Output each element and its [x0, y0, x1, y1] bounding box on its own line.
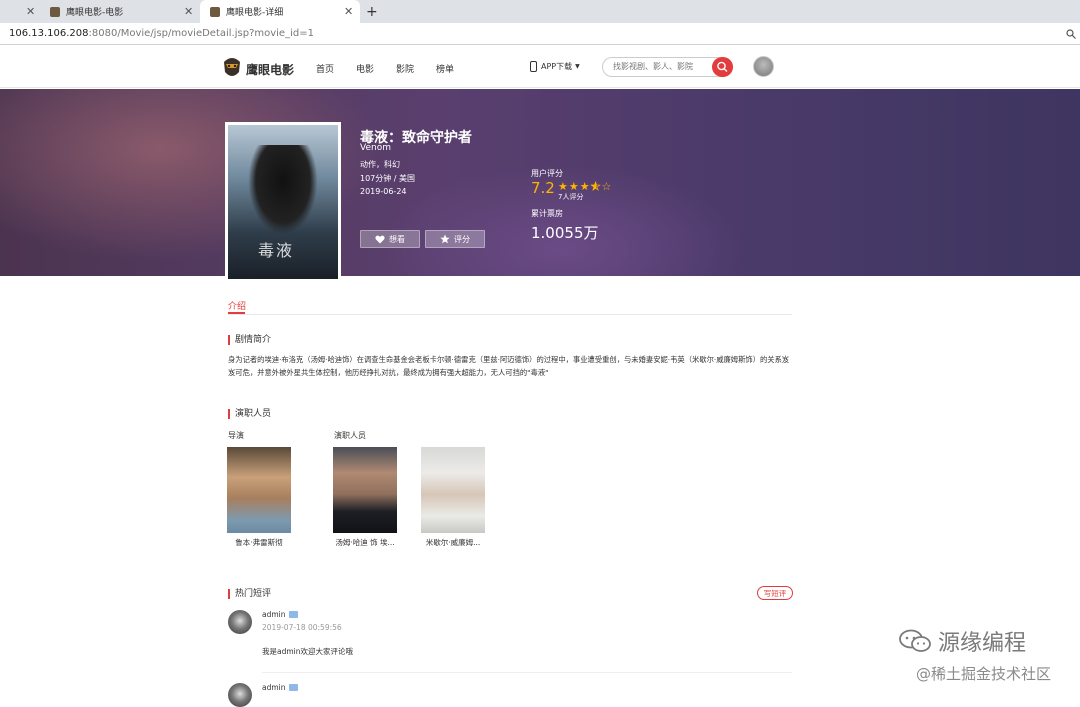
actor2-name[interactable]: 米歇尔·威廉姆... — [417, 537, 489, 548]
url-host: 106.13.106.208 — [9, 28, 89, 39]
comment-text: 我是admin欢迎大家评论哦 — [262, 647, 353, 656]
tab-favicon-icon — [210, 6, 220, 17]
browser-tab-active[interactable]: 鹰眼电影-详细 ✕ — [200, 0, 360, 23]
nav-rankings[interactable]: 榜单 — [436, 62, 454, 75]
actor1-name[interactable]: 汤姆·哈迪 饰 埃... — [329, 537, 401, 548]
url-path: :8080/Movie/jsp/movieDetail.jsp?movie_id… — [88, 28, 314, 39]
movie-genres: 动作，科幻 — [360, 160, 400, 169]
nav-cinemas[interactable]: 影院 — [396, 62, 414, 75]
actor1-photo[interactable] — [333, 447, 397, 533]
eagle-logo-icon[interactable] — [222, 54, 242, 80]
watermark-line2: @稀土掘金技术社区 — [916, 665, 1052, 683]
poster-figure — [248, 145, 318, 235]
comment-divider — [262, 672, 792, 673]
reviews-title: 热门短评 — [228, 589, 271, 599]
content-divider — [228, 314, 792, 315]
phone-icon — [530, 61, 537, 72]
rating-score: 7.2 — [531, 179, 555, 197]
comment-avatar[interactable] — [228, 683, 252, 707]
tab-intro[interactable]: 介绍 — [228, 299, 246, 312]
zoom-search-icon[interactable] — [1066, 29, 1076, 39]
rating-count: 7人评分 — [558, 193, 584, 201]
user-avatar[interactable] — [753, 56, 774, 77]
cast-title: 演职人员 — [228, 409, 271, 419]
browser-tab-bar: ✕ 鹰眼电影-电影 ✕ 鹰眼电影-详细 ✕ + — [0, 0, 1080, 23]
star-icon — [440, 234, 450, 244]
nav-home[interactable]: 首页 — [316, 62, 334, 75]
browser-tab-1[interactable]: ✕ — [0, 0, 40, 23]
rating-star-icon: ☆ — [601, 180, 613, 193]
comment-username: admin — [262, 610, 286, 619]
boxoffice-label: 累计票房 — [531, 209, 563, 218]
rating-label: 用户评分 — [531, 169, 563, 178]
comment-username: admin — [262, 683, 286, 692]
want-to-see-label: 想看 — [389, 234, 405, 244]
new-tab-button[interactable]: + — [366, 0, 386, 23]
search-box — [602, 57, 733, 77]
movie-english-title: Venom — [360, 143, 391, 153]
poster-title-text: 毒液 — [258, 241, 295, 260]
tab-close-icon[interactable]: ✕ — [26, 5, 35, 18]
movie-release-date: 2019-06-24 — [360, 187, 407, 196]
app-download-menu[interactable]: APP下载 ▼ — [530, 61, 580, 72]
rate-label: 评分 — [454, 234, 470, 244]
caret-down-icon: ▼ — [575, 63, 580, 70]
comment-avatar[interactable] — [228, 610, 252, 634]
watermark-brand: 源缘编程 — [898, 625, 1026, 657]
nav-movies[interactable]: 电影 — [356, 62, 374, 75]
search-input[interactable] — [613, 62, 713, 71]
tab-label: 鹰眼电影-电影 — [66, 8, 124, 18]
tab-favicon-icon — [50, 6, 60, 17]
comment-user[interactable]: admin — [262, 683, 298, 692]
rate-button[interactable]: 评分 — [425, 230, 485, 248]
movie-poster: 毒液 — [225, 122, 341, 282]
tab-intro-underline — [228, 312, 245, 314]
actor2-photo[interactable] — [421, 447, 485, 533]
actors-label: 演职人员 — [334, 431, 366, 440]
address-bar[interactable]: 106.13.106.208:8080/Movie/jsp/movieDetai… — [0, 23, 1080, 45]
comment-user[interactable]: admin — [262, 610, 298, 619]
url-text[interactable]: 106.13.106.208:8080/Movie/jsp/movieDetai… — [9, 28, 314, 39]
director-photo[interactable] — [227, 447, 291, 533]
write-review-button[interactable]: 写短评 — [757, 586, 793, 600]
user-badge-icon — [288, 611, 298, 618]
logo-text[interactable]: 鹰眼电影 — [246, 61, 294, 78]
search-button[interactable] — [712, 57, 733, 77]
rating-star-icon: ★ — [590, 180, 602, 194]
watermark-line1: 源缘编程 — [938, 631, 1027, 656]
comment-time: 2019-07-18 00:59:56 — [262, 623, 342, 632]
browser-tab-2[interactable]: 鹰眼电影-电影 ✕ — [40, 0, 200, 23]
tab-close-icon[interactable]: ✕ — [344, 5, 353, 18]
synopsis-title: 剧情简介 — [228, 335, 271, 345]
movie-duration-country: 107分钟 / 美国 — [360, 174, 416, 183]
boxoffice-value: 1.0055万 — [531, 224, 599, 242]
heart-icon — [375, 235, 385, 243]
want-to-see-button[interactable]: 想看 — [360, 230, 420, 248]
synopsis-text: 身为记者的埃迪·布洛克（汤姆·哈迪饰）在调查生命基金会老板卡尔顿·德雷克（里兹·… — [228, 355, 790, 377]
poster-image: 毒液 — [228, 125, 338, 279]
site-header: 鹰眼电影 首页 电影 影院 榜单 APP下载 ▼ — [0, 46, 1080, 88]
wechat-icon — [899, 629, 931, 652]
app-download-label: APP下载 — [541, 62, 573, 71]
tab-close-icon[interactable]: ✕ — [184, 5, 193, 18]
director-name[interactable]: 鲁本·弗雷斯彻 — [223, 537, 295, 548]
tab-label: 鹰眼电影-详细 — [226, 8, 284, 18]
search-icon — [717, 61, 728, 72]
director-label: 导演 — [228, 431, 244, 440]
